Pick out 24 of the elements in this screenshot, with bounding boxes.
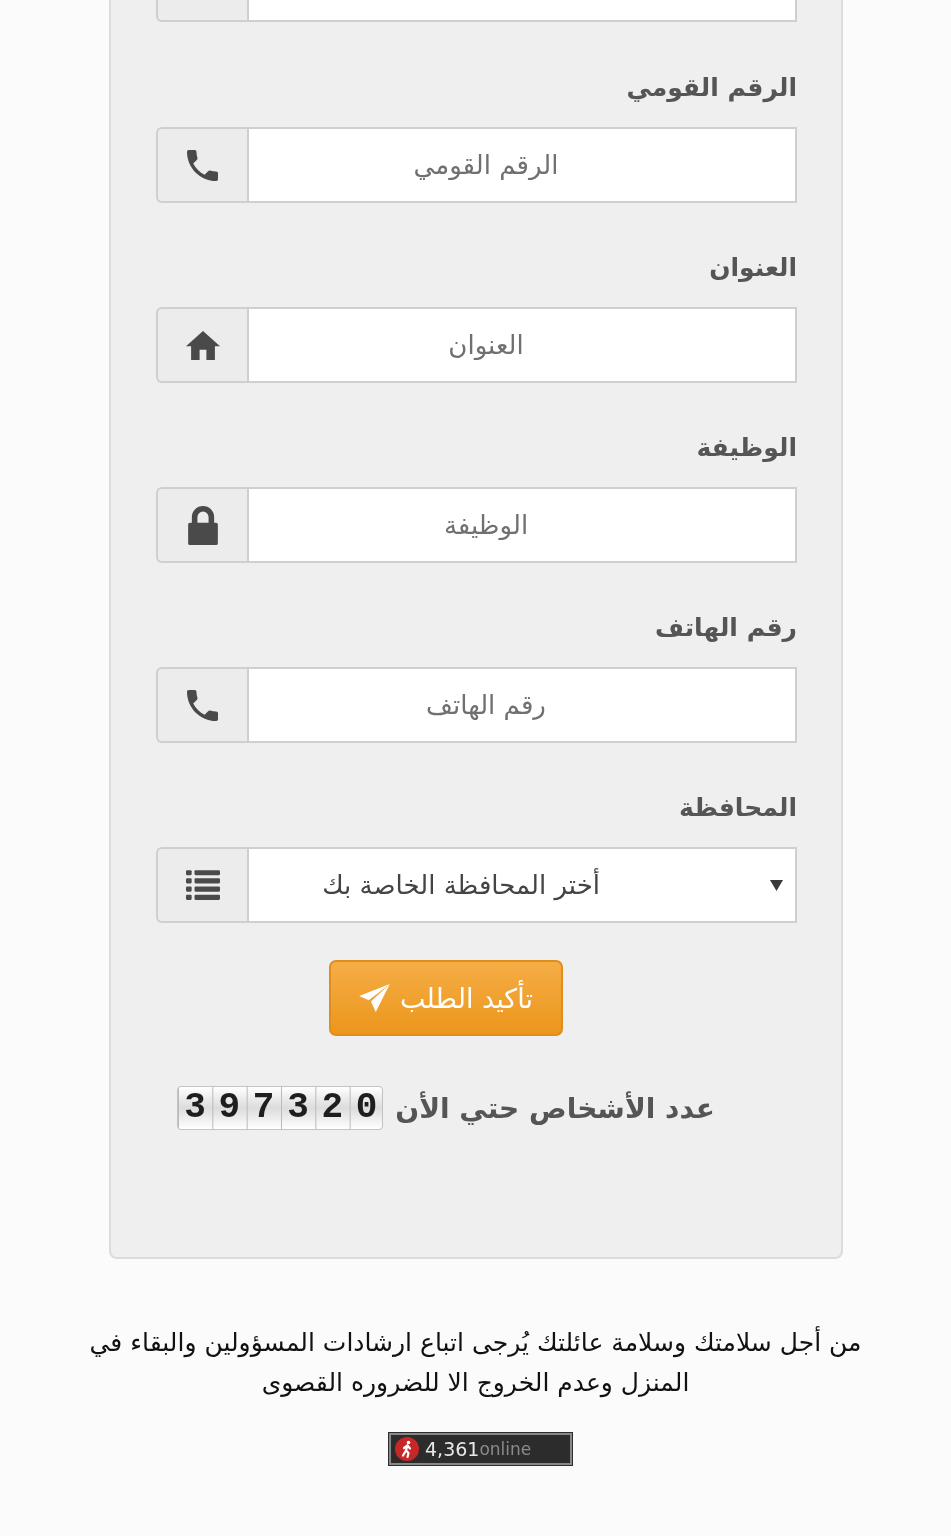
- governorate-label: المحافظة: [678, 792, 797, 824]
- online-count: 4,361: [425, 1437, 480, 1462]
- phone-number-label: رقم الهاتف: [653, 612, 797, 644]
- phone-number-input[interactable]: رقم الهاتف: [247, 667, 797, 743]
- home-icon: [185, 330, 220, 360]
- caret-icon: [770, 879, 783, 891]
- address-label: العنوان: [708, 252, 797, 284]
- phone-icon: [187, 689, 218, 721]
- job-input[interactable]: الوظيفة: [247, 487, 797, 563]
- national-id-input[interactable]: الرقم القومي: [247, 127, 797, 203]
- counter-display: 397320: [177, 1086, 384, 1130]
- job-label: الوظيفة: [695, 432, 797, 464]
- governorate-select[interactable]: أختر المحافظة الخاصة بك: [247, 847, 797, 923]
- lock-icon: [187, 505, 218, 545]
- visitor-count-label: عدد الأشخاص حتي الأن: [395, 1091, 715, 1125]
- walking-person-icon: [395, 1437, 419, 1461]
- national-id-label: الرقم القومي: [625, 72, 797, 105]
- input-field[interactable]: [247, 0, 797, 22]
- list-icon: [185, 870, 220, 900]
- phone-icon: [187, 149, 218, 181]
- paper-plane-icon: [359, 984, 391, 1012]
- online-label: online: [479, 1438, 532, 1461]
- address-input[interactable]: العنوان: [247, 307, 797, 383]
- safety-notice: من أجل سلامتك وسلامة عائلتك يُرجى اتباع ارشادات المسؤولين والبقاء في المنزل وعدم الخروج الا للضروره القصوى: [88, 1325, 863, 1400]
